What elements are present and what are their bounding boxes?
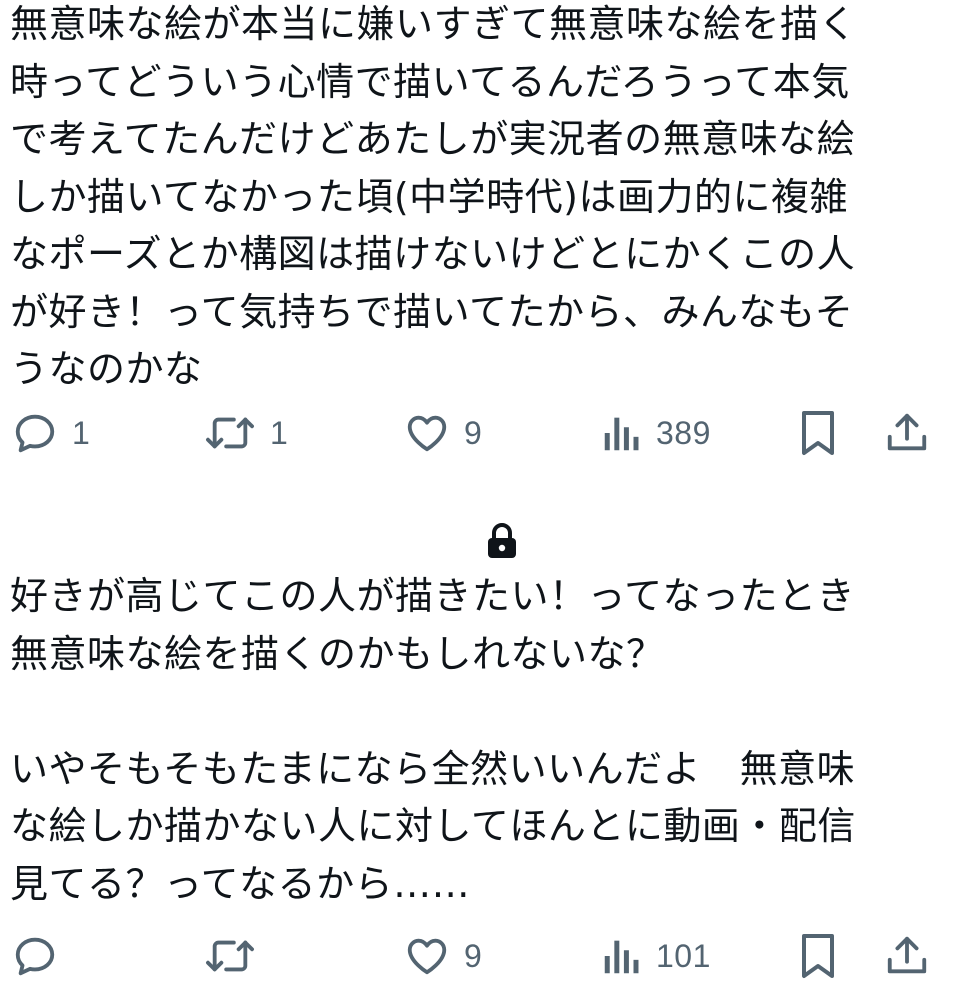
- retweet-icon: [206, 417, 254, 449]
- tweet-1-line: うなのかな: [10, 347, 203, 391]
- share-button[interactable]: [884, 926, 930, 986]
- heart-icon: [407, 938, 447, 975]
- tweet-1-line: が好き！って気持ちで描いてたから、みんなもそ: [10, 289, 854, 334]
- bookmark-button[interactable]: [798, 403, 838, 463]
- share-icon: [887, 936, 927, 974]
- tweet-2-text: 好きが高じてこの人が描きたい！ってなったとき 無意味な絵を描くのかもしれないな？…: [10, 568, 950, 913]
- view-count: 101: [656, 937, 711, 974]
- tweet-1-line: で考えてたんだけどあたしが実況者の無意味な絵: [10, 117, 856, 161]
- lock-icon: [488, 523, 516, 558]
- bookmark-icon: [802, 934, 834, 978]
- views-icon: [604, 940, 639, 974]
- retweet-button[interactable]: [204, 926, 270, 986]
- like-count: 9: [464, 937, 483, 974]
- tweet-1-action-bar: 1 1 9 389: [0, 403, 964, 463]
- tweet-2-line: [10, 683, 950, 741]
- tweet-2-line: 見てる？ってなるから……: [10, 861, 471, 906]
- retweet-icon: [206, 940, 254, 972]
- tweet-2-line: 無意味な絵を描くのかもしれないな？: [10, 631, 665, 676]
- bookmark-icon: [802, 411, 834, 455]
- tweet-1-text: 無意味な絵が本当に嫌いすぎて無意味な絵を描く 時ってどういう心情で描いてるんだろ…: [10, 0, 950, 399]
- share-icon: [887, 413, 927, 451]
- reply-icon: [15, 937, 55, 976]
- view-count: 389: [656, 414, 711, 451]
- tweet-2-line: な絵しか描かない人に対してほんとに動画・配信: [10, 804, 856, 848]
- views-button[interactable]: 101: [602, 926, 711, 986]
- views-icon: [604, 417, 639, 451]
- like-button[interactable]: 9: [404, 926, 482, 986]
- tweet-2-line: いやそもそもたまになら全然いいんだよ 無意味: [10, 746, 856, 791]
- like-count: 9: [464, 414, 483, 451]
- bookmark-button[interactable]: [798, 926, 838, 986]
- reply-button[interactable]: 1: [12, 403, 90, 463]
- heart-icon: [407, 415, 447, 452]
- reply-icon: [15, 414, 55, 453]
- views-button[interactable]: 389: [602, 403, 711, 463]
- retweet-count: 1: [270, 414, 289, 451]
- reply-count: 1: [72, 414, 91, 451]
- tweet-1-line: 無意味な絵が本当に嫌いすぎて無意味な絵を描く: [10, 2, 858, 46]
- retweet-button[interactable]: 1: [204, 403, 288, 463]
- tweet-1-line: なポーズとか構図は描けないけどとにかくこの人: [10, 232, 856, 276]
- like-button[interactable]: 9: [404, 403, 482, 463]
- tweet-2-line: 好きが高じてこの人が描きたい！ってなったとき: [10, 574, 856, 618]
- tweet-1-line: しか描いてなかった頃(中学時代)は画力的に複雑: [10, 174, 849, 219]
- tweet-1-line: 時ってどういう心情で描いてるんだろうって本気: [10, 59, 850, 104]
- reply-button[interactable]: [12, 926, 72, 986]
- tweet-2-action-bar: 9 101: [0, 926, 964, 986]
- share-button[interactable]: [884, 403, 930, 463]
